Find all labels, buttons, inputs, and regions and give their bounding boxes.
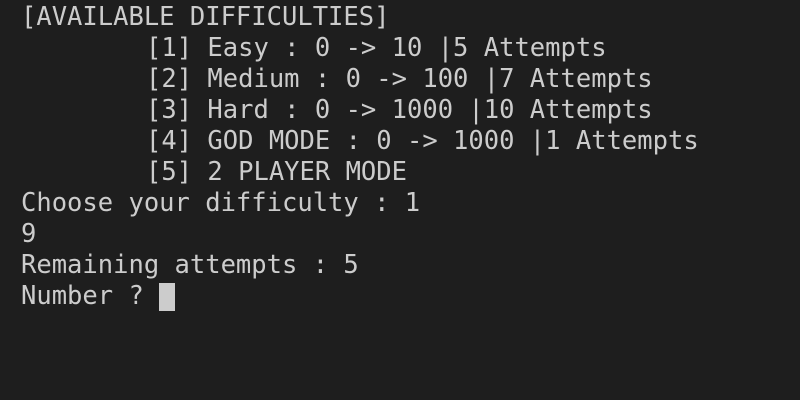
text-cursor[interactable] [159, 282, 176, 311]
difficulty-option-easy: [1] Easy : 0 -> 10 |5 Attempts [146, 33, 607, 63]
difficulty-option-two-player: [5] 2 PLAYER MODE [146, 157, 407, 187]
number-prompt: Number ? [21, 281, 160, 311]
user-guess-input: 9 [21, 219, 37, 249]
difficulties-header: [AVAILABLE DIFFICULTIES] [21, 2, 390, 32]
remaining-attempts-text: Remaining attempts : 5 [21, 250, 359, 280]
clipped-yellow-text: ▔▔ [584, 0, 596, 2]
terminal-window[interactable]: ▔▔ [AVAILABLE DIFFICULTIES] [1] Easy : 0… [0, 0, 800, 400]
difficulty-option-medium: [2] Medium : 0 -> 100 |7 Attempts [146, 64, 653, 94]
difficulty-option-god-mode: [4] GOD MODE : 0 -> 1000 |1 Attempts [146, 126, 699, 156]
choose-difficulty-prompt: Choose your difficulty : 1 [21, 188, 421, 218]
number-prompt-line[interactable]: Number ? [21, 281, 800, 312]
difficulty-option-hard: [3] Hard : 0 -> 1000 |10 Attempts [146, 95, 653, 125]
